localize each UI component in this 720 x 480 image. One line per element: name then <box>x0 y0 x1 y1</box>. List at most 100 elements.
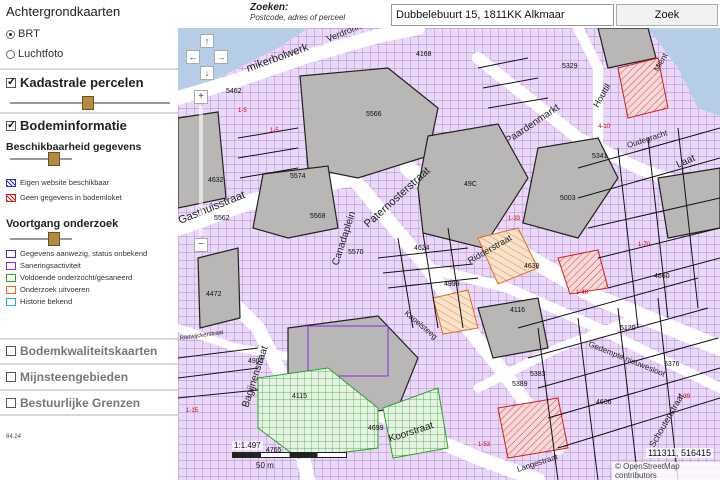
bestuurlijk-toggle[interactable]: Bestuurlijke Grenzen <box>6 396 140 410</box>
slider-track <box>10 158 72 160</box>
checkbox-icon[interactable] <box>6 346 16 356</box>
svg-text:4999: 4999 <box>444 281 460 288</box>
scale-ratio: 1:1.497 <box>232 441 263 450</box>
radio-icon <box>6 49 15 59</box>
svg-text:49C: 49C <box>464 181 477 188</box>
legend-label: Gegevens aanwezig, status onbekend <box>20 249 148 258</box>
svg-text:5329: 5329 <box>562 63 578 70</box>
kadastrale-opacity-slider[interactable] <box>10 96 170 110</box>
svg-text:4660: 4660 <box>654 273 670 280</box>
voortgang-slider[interactable] <box>10 232 72 246</box>
svg-text:4699: 4699 <box>368 425 384 432</box>
svg-text:1-48: 1-48 <box>576 290 589 296</box>
checkbox-checked-icon[interactable] <box>6 118 16 131</box>
svg-text:4638: 4638 <box>524 263 540 270</box>
svg-text:5120: 5120 <box>620 325 636 332</box>
svg-text:4624: 4624 <box>414 245 430 252</box>
mijnsteen-label: Mijnsteengebieden <box>20 370 129 384</box>
slider-knob[interactable] <box>82 96 94 110</box>
legend-status-onbekend: Gegevens aanwezig, status onbekend <box>6 249 147 258</box>
svg-text:1-5: 1-5 <box>270 128 279 134</box>
radio-icon <box>6 29 15 39</box>
checkbox-icon[interactable] <box>6 398 16 408</box>
kadastrale-toggle[interactable]: Kadastrale percelen <box>6 75 144 90</box>
svg-text:4116: 4116 <box>510 307 525 314</box>
pan-down-button[interactable]: ↓ <box>200 66 214 80</box>
legend-label: Voldoende onderzocht/gesaneerd <box>20 273 133 282</box>
legend-eigen-website: Eigen website beschikbaar <box>6 178 109 187</box>
svg-text:4168: 4168 <box>416 51 432 58</box>
divider <box>0 389 178 391</box>
beschikbaarheid-slider[interactable] <box>10 152 72 166</box>
svg-text:4472: 4472 <box>206 291 222 298</box>
radio-luchtfoto[interactable]: Luchtfoto <box>6 48 63 60</box>
slider-knob[interactable] <box>48 152 60 166</box>
svg-text:1-5: 1-5 <box>238 108 247 114</box>
svg-text:5376: 5376 <box>664 361 680 368</box>
map-svg: 5462 5566 4168 5329 5574 5568 5570 4632 … <box>178 28 720 480</box>
legend-swatch-blue-icon <box>6 249 16 258</box>
pan-right-button[interactable]: → <box>214 50 228 64</box>
version-text: 84.24 <box>6 434 22 440</box>
bodemkwaliteit-toggle[interactable]: Bodemkwaliteitskaarten <box>6 344 157 358</box>
svg-text:5562: 5562 <box>214 215 230 222</box>
radio-brt-label: BRT <box>18 28 40 40</box>
svg-text:5574: 5574 <box>290 173 306 180</box>
svg-text:5570: 5570 <box>348 249 364 256</box>
bodeminfo-label: Bodeminformatie <box>20 118 127 133</box>
svg-text:4-10: 4-10 <box>598 124 611 130</box>
slider-track <box>10 238 72 240</box>
legend-swatch-orange-icon <box>6 285 16 294</box>
svg-text:4115: 4115 <box>292 393 307 400</box>
search-button[interactable]: Zoek <box>616 4 718 26</box>
voortgang-title: Voortgang onderzoek <box>6 218 119 230</box>
scale-bar <box>232 452 347 458</box>
svg-text:5341: 5341 <box>592 153 608 160</box>
legend-geen-gegevens: Geen gegevens in bodemloket <box>6 193 122 202</box>
radio-brt[interactable]: BRT <box>6 28 40 40</box>
checkbox-checked-icon[interactable] <box>6 75 16 88</box>
map-attribution[interactable]: © OpenStreetMap contributors <box>612 462 720 480</box>
slider-knob[interactable] <box>48 232 60 246</box>
legend-sanering: Saneringsactiviteit <box>6 261 81 270</box>
background-maps-title: Achtergrondkaarten <box>6 4 121 19</box>
svg-text:5462: 5462 <box>226 88 242 95</box>
legend-swatch-purple-icon <box>6 261 16 270</box>
red-hatched-parcel <box>497 397 569 459</box>
svg-text:4606: 4606 <box>596 399 612 406</box>
legend-label: Saneringsactiviteit <box>20 261 81 270</box>
legend-swatch-cyan-icon <box>6 297 16 306</box>
legend-label: Historie bekend <box>20 297 73 306</box>
svg-text:5003: 5003 <box>560 195 576 202</box>
zoom-out-button[interactable]: − <box>194 238 208 252</box>
search-hint: Postcode, adres of perceel <box>250 13 346 22</box>
svg-text:5568: 5568 <box>310 213 326 220</box>
svg-text:5389: 5389 <box>512 381 528 388</box>
svg-text:1-33: 1-33 <box>508 216 521 222</box>
scale-text: 50 m <box>256 461 274 470</box>
pan-up-button[interactable]: ↑ <box>200 34 214 48</box>
zoom-in-button[interactable]: + <box>194 90 208 104</box>
svg-text:4632: 4632 <box>208 177 224 184</box>
mijnsteen-toggle[interactable]: Mijnsteengebieden <box>6 370 128 384</box>
map-canvas[interactable]: 5462 5566 4168 5329 5574 5568 5570 4632 … <box>178 28 720 480</box>
legend-label: Geen gegevens in bodemloket <box>20 193 122 202</box>
radio-luchtfoto-label: Luchtfoto <box>18 48 64 60</box>
search-input[interactable] <box>391 4 614 26</box>
divider <box>0 338 178 340</box>
svg-text:1-53: 1-53 <box>478 442 491 448</box>
divider <box>0 68 178 70</box>
zoom-slider-track[interactable] <box>199 106 203 236</box>
search-label: Zoeken: <box>250 2 289 13</box>
legend-label: Eigen website beschikbaar <box>20 178 110 187</box>
svg-text:1-15: 1-15 <box>186 408 199 414</box>
legend-swatch-green-icon <box>6 273 16 282</box>
kadastrale-label: Kadastrale percelen <box>20 75 144 90</box>
checkbox-icon[interactable] <box>6 372 16 382</box>
bodeminfo-toggle[interactable]: Bodeminformatie <box>6 118 127 133</box>
divider <box>0 363 178 365</box>
legend-swatch-red-icon <box>6 193 16 202</box>
legend-swatch-blue-icon <box>6 178 16 187</box>
pan-left-button[interactable]: ← <box>186 50 200 64</box>
svg-text:1-70: 1-70 <box>638 242 651 248</box>
